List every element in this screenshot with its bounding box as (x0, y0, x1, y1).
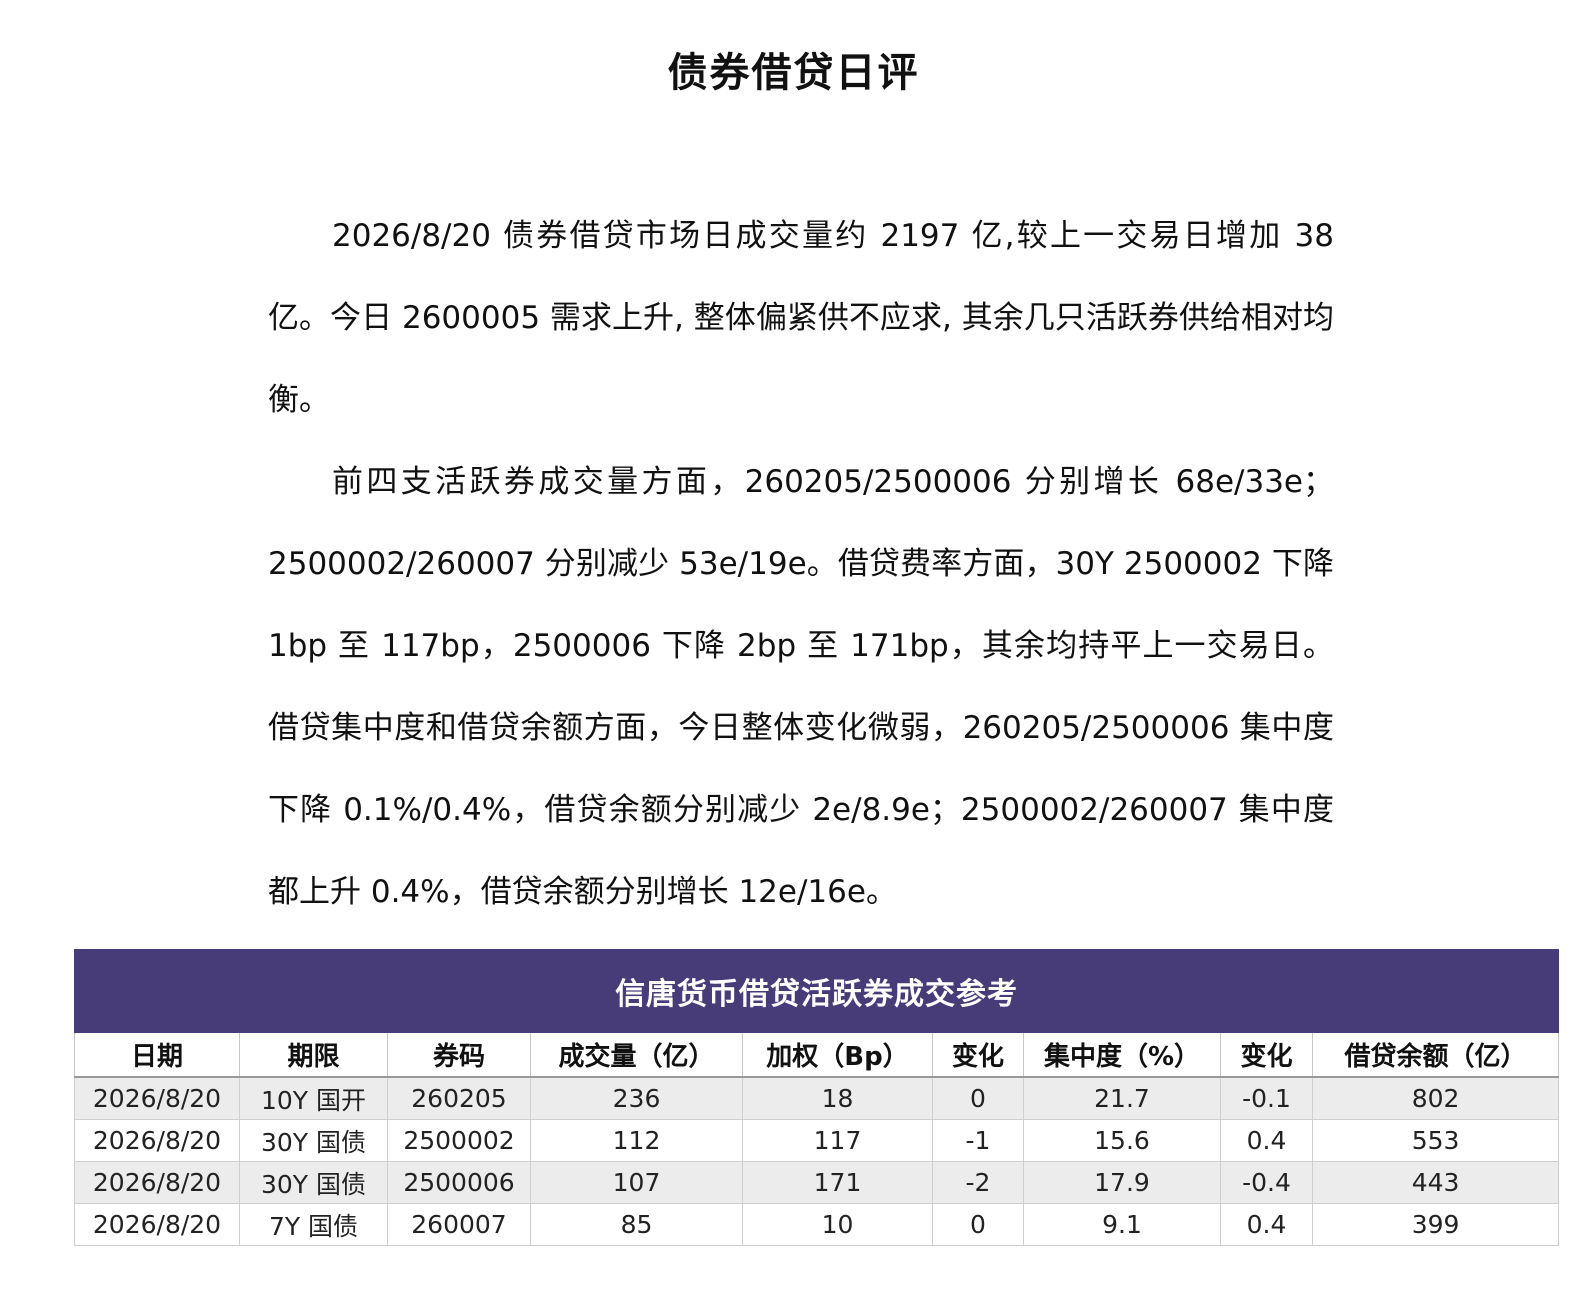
column-header-tenor: 期限 (239, 1032, 388, 1078)
cell-loan-balance: 553 (1311, 1119, 1560, 1162)
column-header-weighted-rate: 加权（Bp） (742, 1032, 933, 1078)
table-banner-row: 信唐货币借贷活跃券成交参考 (73, 949, 1560, 1033)
cell-tenor: 10Y 国开 (239, 1076, 388, 1120)
cell-bond-code: 260007 (387, 1203, 531, 1246)
table-row: 2026/8/20 10Y 国开 260205 236 18 0 21.7 -0… (74, 1076, 1560, 1120)
cell-concentration: 9.1 (1023, 1203, 1221, 1246)
cell-loan-balance: 443 (1311, 1161, 1560, 1204)
paragraph-active-bonds: 前四支活跃券成交量方面，260205/2500006 分别增长 68e/33e；… (268, 464, 1334, 910)
cell-rate-change: 0 (932, 1076, 1024, 1120)
commentary-body: 2026/8/20 债券借贷市场日成交量约 2197 亿,较上一交易日增加 38… (268, 195, 1334, 933)
cell-concentration: 17.9 (1023, 1161, 1221, 1204)
cell-rate-change: -1 (932, 1119, 1024, 1162)
cell-volume: 112 (530, 1119, 743, 1162)
column-header-loan-balance: 借贷余额（亿） (1311, 1032, 1560, 1078)
cell-weighted-rate: 117 (742, 1119, 933, 1162)
cell-bond-code: 2500006 (387, 1161, 531, 1204)
cell-rate-change: -2 (932, 1161, 1024, 1204)
cell-concentration: 15.6 (1023, 1119, 1221, 1162)
cell-bond-code: 260205 (387, 1076, 531, 1120)
cell-weighted-rate: 171 (742, 1161, 933, 1204)
cell-date: 2026/8/20 (74, 1161, 240, 1204)
cell-bond-code: 2500002 (387, 1119, 531, 1162)
cell-date: 2026/8/20 (74, 1203, 240, 1246)
cell-tenor: 30Y 国债 (239, 1161, 388, 1204)
column-header-date: 日期 (74, 1032, 240, 1078)
cell-concentration-change: 0.4 (1220, 1119, 1313, 1162)
table-row: 2026/8/20 30Y 国债 2500002 112 117 -1 15.6… (74, 1119, 1560, 1162)
cell-concentration: 21.7 (1023, 1076, 1221, 1120)
table-title: 信唐货币借贷活跃券成交参考 (73, 949, 1560, 1033)
cell-concentration-change: -0.4 (1220, 1161, 1313, 1204)
table-row: 2026/8/20 7Y 国债 260007 85 10 0 9.1 0.4 3… (74, 1203, 1560, 1246)
paragraph-market-summary: 2026/8/20 债券借贷市场日成交量约 2197 亿,较上一交易日增加 38… (268, 218, 1334, 418)
cell-volume: 107 (530, 1161, 743, 1204)
cell-loan-balance: 802 (1311, 1076, 1560, 1120)
column-header-bond-code: 券码 (387, 1032, 531, 1078)
cell-loan-balance: 399 (1311, 1203, 1560, 1246)
column-header-concentration-change: 变化 (1220, 1032, 1313, 1078)
table-header-row: 日期 期限 券码 成交量（亿） 加权（Bp） 变化 集中度（%） 变化 借贷余额… (74, 1032, 1560, 1078)
column-header-concentration: 集中度（%） (1023, 1032, 1221, 1078)
cell-tenor: 7Y 国债 (239, 1203, 388, 1246)
cell-concentration-change: 0.4 (1220, 1203, 1313, 1246)
cell-concentration-change: -0.1 (1220, 1076, 1313, 1120)
cell-date: 2026/8/20 (74, 1119, 240, 1162)
cell-volume: 85 (530, 1203, 743, 1246)
cell-rate-change: 0 (932, 1203, 1024, 1246)
document-title: 债券借贷日评 (667, 50, 920, 96)
cell-volume: 236 (530, 1076, 743, 1120)
column-header-rate-change: 变化 (932, 1032, 1024, 1078)
cell-weighted-rate: 10 (742, 1203, 933, 1246)
column-header-volume: 成交量（亿） (530, 1032, 743, 1078)
active-bond-reference-table: 信唐货币借贷活跃券成交参考 日期 期限 券码 成交量（亿） 加权（Bp） 变化 … (73, 949, 1560, 1246)
cell-tenor: 30Y 国债 (239, 1119, 388, 1162)
table-row: 2026/8/20 30Y 国债 2500006 107 171 -2 17.9… (74, 1161, 1560, 1204)
cell-date: 2026/8/20 (74, 1076, 240, 1120)
cell-weighted-rate: 18 (742, 1076, 933, 1120)
